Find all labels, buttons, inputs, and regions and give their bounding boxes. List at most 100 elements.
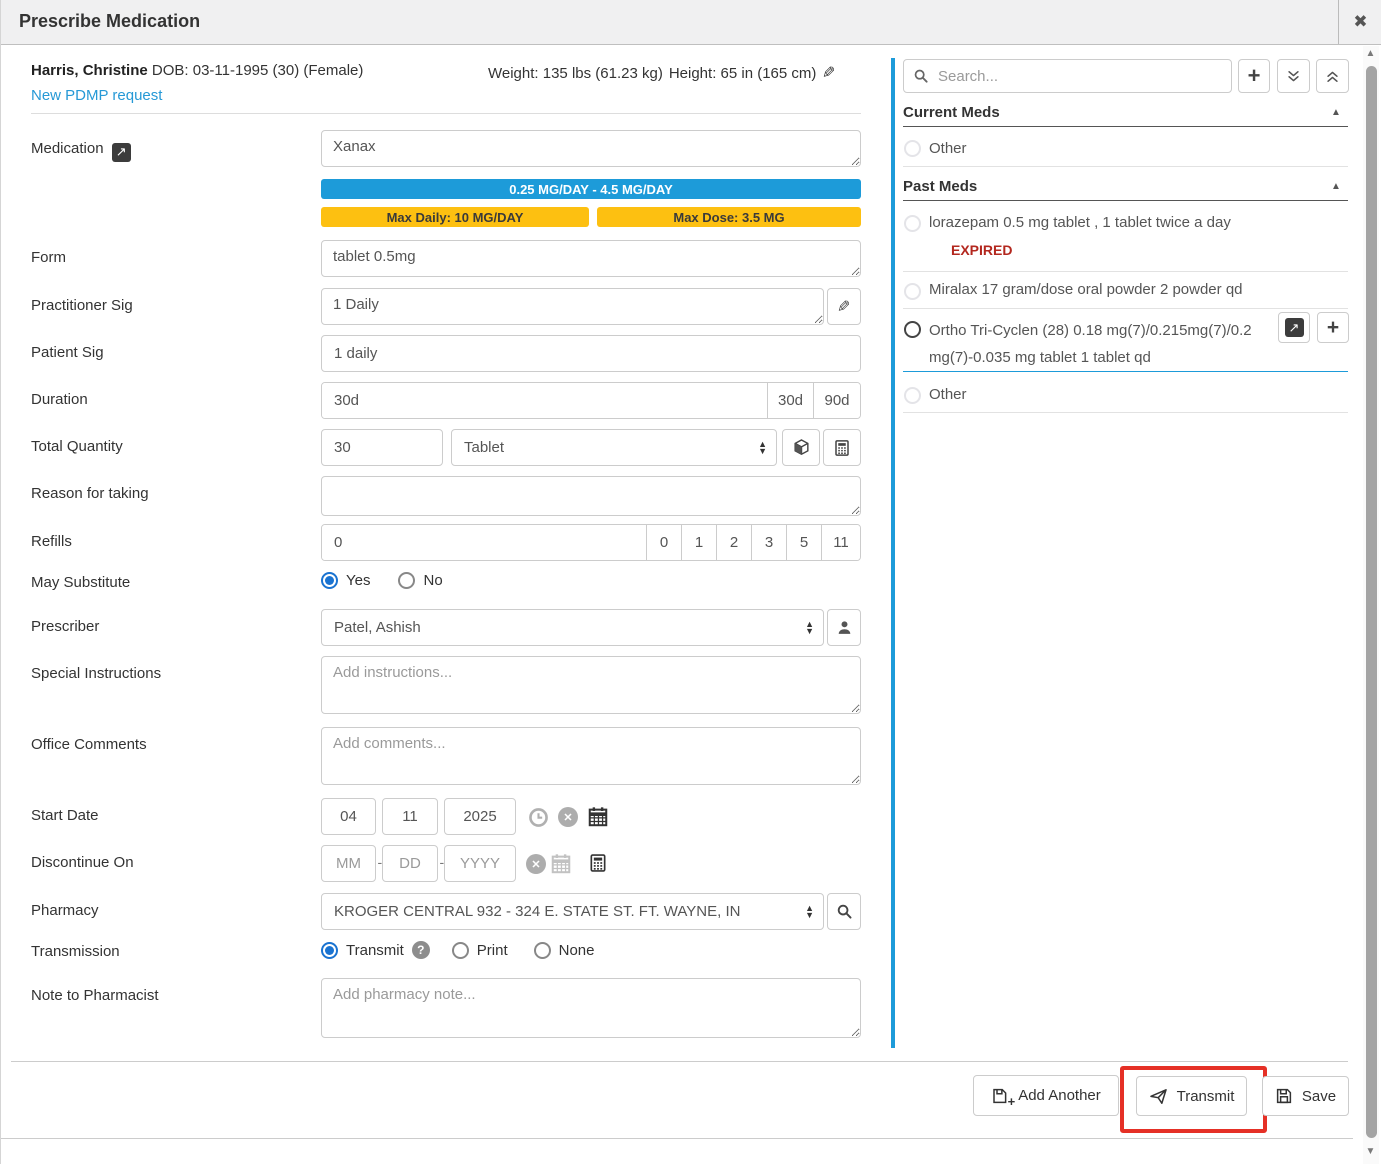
- scroll-down-icon[interactable]: ▼: [1366, 1146, 1376, 1157]
- discontinue-day-input[interactable]: [382, 845, 438, 882]
- duration-30d-button[interactable]: 30d: [767, 383, 813, 418]
- past-other-radio[interactable]: [904, 387, 921, 404]
- chevron-double-up-icon: [1325, 69, 1340, 84]
- save-button[interactable]: Save: [1262, 1076, 1349, 1116]
- patient-info-line: Harris, Christine DOB: 03-11-1995 (30) (…: [31, 62, 363, 79]
- dispense-unit-button[interactable]: [782, 429, 820, 466]
- med-add-button[interactable]: +: [1317, 312, 1349, 343]
- max-dose-bar: Max Dose: 3.5 MG: [597, 207, 861, 227]
- past-med-item[interactable]: lorazepam 0.5 mg tablet , 1 tablet twice…: [929, 214, 1231, 231]
- duration-label: Duration: [31, 391, 88, 408]
- pdmp-request-link[interactable]: New PDMP request: [31, 87, 162, 104]
- max-daily-bar: Max Daily: 10 MG/DAY: [321, 207, 589, 227]
- footer-divider: [11, 1061, 1348, 1062]
- start-date-clear-button[interactable]: ✕: [558, 807, 578, 827]
- calendar-icon: [587, 805, 609, 828]
- practitioner-sig-input[interactable]: 1 Daily: [321, 288, 824, 325]
- refills-1-button[interactable]: 1: [681, 525, 716, 560]
- start-time-button[interactable]: [528, 807, 549, 828]
- duration-90d-button[interactable]: 90d: [813, 383, 860, 418]
- transmit-label: Transmit: [1177, 1088, 1235, 1105]
- close-icon: ✖: [1353, 12, 1367, 32]
- discontinue-month-input[interactable]: [321, 845, 376, 882]
- substitute-yes-radio[interactable]: [321, 572, 338, 589]
- med-search-input[interactable]: [903, 59, 1232, 93]
- quantity-calculator-button[interactable]: [823, 429, 861, 466]
- refills-label: Refills: [31, 533, 72, 550]
- quantity-unit-select[interactable]: Tablet ▲▼: [451, 429, 777, 466]
- expand-all-button[interactable]: [1277, 59, 1310, 93]
- refills-2-button[interactable]: 2: [716, 525, 751, 560]
- discontinue-year-input[interactable]: [444, 845, 516, 882]
- form-input[interactable]: tablet 0.5mg: [321, 240, 861, 277]
- add-med-button[interactable]: +: [1238, 59, 1270, 93]
- calculator-icon: [588, 853, 608, 873]
- transmission-options: Transmit ? Print None: [321, 941, 594, 959]
- collapse-all-button[interactable]: [1316, 59, 1349, 93]
- start-year-input[interactable]: [444, 798, 516, 835]
- substitute-no-radio[interactable]: [398, 572, 415, 589]
- start-date-calendar-button[interactable]: [587, 805, 609, 828]
- transmission-none-radio[interactable]: [534, 942, 551, 959]
- discontinue-clear-button[interactable]: ✕: [526, 854, 546, 874]
- refills-3-button[interactable]: 3: [751, 525, 786, 560]
- sidebar-accent-bar: [891, 58, 895, 1048]
- pharmacy-note-input[interactable]: [321, 978, 861, 1038]
- collapse-caret-icon[interactable]: ▲: [1331, 107, 1341, 118]
- pharmacy-search-button[interactable]: [827, 893, 861, 930]
- refills-input[interactable]: [322, 525, 646, 560]
- current-med-item[interactable]: Other: [929, 140, 967, 157]
- transmission-none-label: None: [559, 942, 595, 959]
- past-med-item[interactable]: Other: [929, 386, 967, 403]
- dose-range-bar: 0.25 MG/DAY - 4.5 MG/DAY: [321, 179, 861, 199]
- past-med-radio[interactable]: [904, 283, 921, 300]
- prescriber-lookup-button[interactable]: [827, 609, 861, 646]
- transmission-print-radio[interactable]: [452, 942, 469, 959]
- pharmacy-label: Pharmacy: [31, 902, 99, 919]
- edit-vitals-pencil-icon[interactable]: ✎: [822, 63, 835, 83]
- start-day-input[interactable]: [382, 798, 438, 835]
- prescriber-select[interactable]: Patel, Ashish ▲▼: [321, 609, 824, 646]
- prescribe-medication-modal: Prescribe Medication ✖ Harris, Christine…: [0, 0, 1381, 1164]
- may-substitute-options: Yes No: [321, 572, 443, 589]
- start-month-input[interactable]: [321, 798, 376, 835]
- patient-sig-input[interactable]: [321, 335, 861, 372]
- reason-input[interactable]: [321, 476, 861, 516]
- past-med-radio-selected[interactable]: [904, 321, 921, 338]
- duration-input[interactable]: [322, 383, 767, 418]
- medication-input[interactable]: Xanax: [321, 130, 861, 167]
- patient-vitals: Weight: 135 lbs (61.23 kg) Height: 65 in…: [488, 63, 836, 83]
- transmit-help-icon[interactable]: ?: [412, 941, 430, 959]
- scrollbar-thumb[interactable]: [1366, 66, 1377, 1138]
- scroll-up-icon[interactable]: ▲: [1366, 48, 1376, 59]
- refills-11-button[interactable]: 11: [821, 525, 860, 560]
- x-icon: ✕: [531, 858, 540, 871]
- patient-height: Height: 65 in (165 cm): [669, 65, 817, 82]
- special-instructions-input[interactable]: [321, 656, 861, 714]
- current-other-radio[interactable]: [904, 140, 921, 157]
- pharmacy-select[interactable]: KROGER CENTRAL 932 - 324 E. STATE ST. FT…: [321, 893, 824, 930]
- list-divider: [903, 308, 1348, 309]
- edit-sig-button[interactable]: ✎: [827, 288, 861, 325]
- close-button[interactable]: ✖: [1338, 0, 1381, 44]
- office-comments-input[interactable]: [321, 727, 861, 785]
- transmission-transmit-radio[interactable]: [321, 942, 338, 959]
- total-quantity-label: Total Quantity: [31, 438, 123, 455]
- past-med-item[interactable]: Ortho Tri-Cyclen (28) 0.18 mg(7)/0.215mg…: [929, 317, 1274, 371]
- x-icon: ✕: [563, 811, 572, 824]
- medication-external-link-icon[interactable]: ↗: [112, 143, 131, 162]
- past-med-radio[interactable]: [904, 215, 921, 232]
- total-quantity-input[interactable]: [321, 429, 443, 466]
- search-icon: [836, 903, 853, 920]
- refills-0-button[interactable]: 0: [646, 525, 681, 560]
- discontinue-calculator-button[interactable]: [588, 853, 608, 873]
- add-another-button[interactable]: + Add Another: [973, 1075, 1119, 1116]
- med-external-link-button[interactable]: ↗: [1278, 312, 1310, 343]
- refills-5-button[interactable]: 5: [786, 525, 821, 560]
- collapse-caret-icon[interactable]: ▲: [1331, 181, 1341, 192]
- save-label: Save: [1302, 1088, 1336, 1105]
- transmit-button[interactable]: Transmit: [1136, 1076, 1247, 1116]
- discontinue-calendar-button[interactable]: [550, 852, 572, 875]
- past-med-item[interactable]: Miralax 17 gram/dose oral powder 2 powde…: [929, 281, 1243, 298]
- current-meds-header: Current Meds: [903, 104, 1000, 121]
